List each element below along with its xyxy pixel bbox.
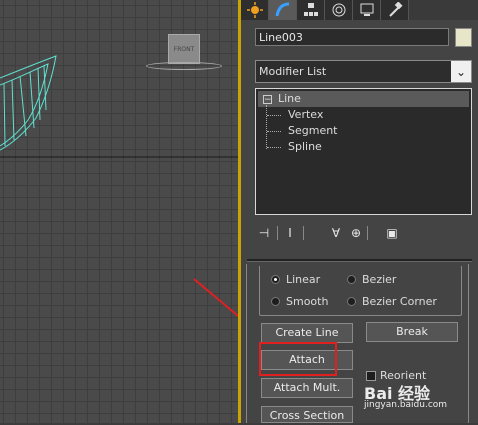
radio-label: Linear [286, 273, 321, 286]
toolbar-separator [277, 226, 278, 240]
attach-highlight-box [259, 342, 337, 376]
stack-item-spline[interactable]: Spline [258, 139, 469, 155]
modifier-list-dropdown[interactable]: Modifier List ⌄ [255, 60, 472, 83]
attach-mult-button[interactable]: Attach Mult. [261, 378, 353, 398]
radio-label: Bezier Corner [362, 295, 437, 308]
utilities-hammer-icon [388, 2, 403, 17]
object-color-swatch[interactable] [455, 28, 472, 47]
checkbox-box [366, 370, 376, 381]
tab-create[interactable] [241, 0, 269, 20]
radio-bezier-corner[interactable]: Bezier Corner [347, 295, 437, 308]
configure-modifier-sets-icon[interactable]: ▣ [383, 224, 401, 242]
stack-item-vertex[interactable]: Vertex [258, 107, 469, 123]
toolbar-separator [367, 226, 368, 240]
stack-item-line[interactable]: − Line [258, 91, 469, 107]
break-button[interactable]: Break [366, 322, 458, 342]
baidu-watermark: Bai 经验 jingyan.baidu.com [364, 380, 447, 410]
remove-modifier-icon[interactable]: ⊕ [347, 224, 365, 242]
cross-section-button[interactable]: Cross Section [261, 406, 353, 423]
toolbar-separator [303, 226, 304, 240]
radio-dot [347, 297, 356, 306]
object-name-field[interactable]: Line003 [255, 28, 449, 46]
command-panel-tabs [241, 0, 478, 20]
viewcube[interactable]: FRONT [168, 34, 200, 64]
stack-toolbar: ⊣ Ⅰ ∀ ⊕ ▣ [255, 222, 472, 244]
radio-dot-selected [271, 275, 280, 284]
radio-linear[interactable]: Linear [271, 273, 320, 286]
tab-display[interactable] [353, 0, 381, 20]
sun-create-icon [246, 2, 263, 18]
radio-bezier[interactable]: Bezier [347, 273, 396, 286]
tab-motion[interactable] [325, 0, 353, 20]
modifier-list-label: Modifier List [259, 65, 327, 78]
radio-label: Smooth [286, 295, 329, 308]
hierarchy-icon [303, 3, 318, 16]
viewcube-ring[interactable] [146, 62, 222, 70]
command-panel: Line003 Modifier List ⌄ − Line Vertex Se… [241, 0, 478, 423]
radio-dot [347, 275, 356, 284]
radio-label: Bezier [362, 273, 397, 286]
radio-smooth[interactable]: Smooth [271, 295, 328, 308]
tab-utilities[interactable] [381, 0, 409, 20]
stack-item-label: Vertex [288, 108, 324, 121]
boat-wireframe [0, 55, 57, 151]
modify-arc-icon [275, 2, 289, 17]
radio-dot [271, 297, 280, 306]
stack-item-label: Line [278, 92, 301, 105]
collapse-icon[interactable]: − [263, 95, 272, 105]
pin-stack-icon[interactable]: ⊣ [255, 224, 273, 242]
chevron-down-icon[interactable]: ⌄ [451, 61, 471, 82]
modifier-stack[interactable]: − Line Vertex Segment Spline [255, 88, 472, 215]
display-icon [360, 3, 373, 16]
rollout-divider [247, 259, 472, 262]
front-viewport[interactable]: FRONT [0, 0, 238, 423]
watermark-url: jingyan.baidu.com [364, 400, 448, 410]
tab-hierarchy[interactable] [297, 0, 325, 20]
stack-item-label: Segment [288, 124, 338, 137]
tab-modify[interactable] [269, 0, 297, 20]
stack-item-label: Spline [288, 140, 322, 153]
motion-icon [332, 3, 345, 17]
create-line-button[interactable]: Create Line [261, 323, 353, 343]
stack-item-segment[interactable]: Segment [258, 123, 469, 139]
make-unique-icon[interactable]: ∀ [327, 224, 345, 242]
viewcube-label: FRONT [173, 45, 195, 53]
show-end-result-icon[interactable]: Ⅰ [281, 224, 299, 242]
